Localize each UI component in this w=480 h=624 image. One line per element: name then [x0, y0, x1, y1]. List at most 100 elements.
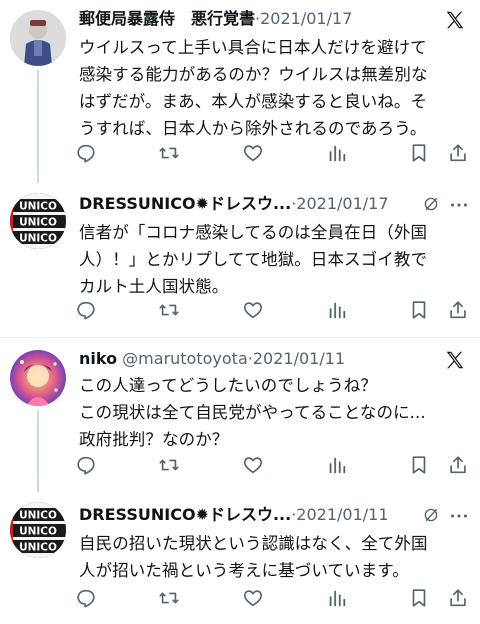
tweet-text-line: 人）！」とかリプしてて地獄。日本スゴイ教で — [79, 250, 428, 269]
avatar[interactable]: UNICO UNICO UNICO — [10, 502, 66, 558]
avatar[interactable] — [10, 350, 66, 406]
tweet-text-line: 人が招いた禍という考えに基づいています。 — [79, 561, 409, 580]
reply-button[interactable] — [75, 299, 97, 321]
bookmark-icon — [412, 589, 426, 607]
bookmark-icon — [412, 144, 426, 162]
unico-logo-image: UNICO UNICO UNICO — [10, 502, 66, 558]
avatar-anime-image — [20, 360, 58, 406]
x-logo-icon — [446, 11, 464, 29]
svg-text:UNICO: UNICO — [19, 233, 57, 245]
grok-icon[interactable] — [422, 506, 440, 524]
more-icon[interactable] — [448, 507, 470, 525]
share-button[interactable] — [447, 587, 469, 609]
reply-button[interactable] — [75, 142, 97, 164]
views-button[interactable] — [326, 142, 348, 164]
tweet-2[interactable]: UNICO UNICO UNICO DRESSUNICO✹ドレスウ...·202… — [0, 183, 480, 337]
retweet-button[interactable] — [158, 142, 180, 164]
reply-button[interactable] — [75, 587, 97, 609]
like-button[interactable] — [242, 142, 264, 164]
retweet-icon — [159, 304, 179, 316]
tweet-text-line: 信者が「コロナ感染してるのは全員在日（外国 — [79, 223, 428, 242]
tweet-text: ウイルスって上手い具合に日本人だけを避けて 感染する能力があるのか？ウイルスは無… — [79, 34, 471, 142]
reply-button[interactable] — [75, 454, 97, 476]
heart-icon — [243, 457, 263, 474]
views-icon — [329, 590, 346, 607]
action-bar — [75, 142, 470, 166]
share-button[interactable] — [447, 299, 469, 321]
thread-line — [37, 70, 39, 183]
avatar-figure-image — [10, 10, 66, 66]
reply-icon — [77, 144, 95, 163]
action-bar — [75, 587, 470, 611]
more-icon[interactable] — [448, 196, 470, 214]
share-icon — [450, 589, 466, 607]
bookmark-icon — [412, 301, 426, 319]
tweet-1[interactable]: 郵便局暴露侍 悪行覚書·2021/01/17 ウイルスって上手い具合に日本人だけ… — [0, 0, 480, 183]
retweet-button[interactable] — [158, 587, 180, 609]
tweet-text-line: 自民の招いた現状という認識はなく、全て外国 — [79, 534, 428, 553]
retweet-icon — [159, 147, 179, 159]
display-name[interactable]: 郵便局暴露侍 悪行覚書 — [79, 9, 255, 28]
retweet-button[interactable] — [158, 454, 180, 476]
grok-icon[interactable] — [422, 195, 440, 213]
like-button[interactable] — [242, 587, 264, 609]
avatar[interactable] — [10, 10, 66, 66]
tweet-text-line: ウイルスって上手い具合に日本人だけを避けて — [79, 38, 427, 57]
user-handle[interactable]: @marutotoyota — [122, 349, 248, 368]
retweet-button[interactable] — [158, 299, 180, 321]
bookmark-button[interactable] — [408, 299, 430, 321]
tweet-date[interactable]: 2021/01/11 — [296, 505, 388, 524]
like-button[interactable] — [242, 299, 264, 321]
action-bar — [75, 299, 470, 323]
tweet-header: DRESSUNICO✹ドレスウ...·2021/01/11 — [79, 504, 470, 526]
display-name[interactable]: DRESSUNICO✹ドレスウ... — [79, 505, 291, 524]
tweet-date[interactable]: 2021/01/17 — [260, 9, 352, 28]
tweet-header: niko @marutotoyota·2021/01/11 — [79, 348, 470, 370]
avatar[interactable]: UNICO UNICO UNICO — [10, 193, 66, 249]
bookmark-button[interactable] — [408, 587, 430, 609]
share-button[interactable] — [447, 454, 469, 476]
tweet-3[interactable]: niko @marutotoyota·2021/01/11 この人達ってどうした… — [0, 338, 480, 492]
svg-text:UNICO: UNICO — [19, 510, 57, 522]
tweet-text-line: この人達ってどうしたいのでしょうね？ — [79, 376, 377, 395]
unico-logo-image: UNICO UNICO UNICO — [10, 193, 66, 249]
tweet-text: 自民の招いた現状という認識はなく、全て外国 人が招いた禍という考えに基づいていま… — [79, 530, 471, 584]
tweet-text-line: カルト土人国状態。 — [79, 277, 229, 296]
svg-text:UNICO: UNICO — [19, 201, 57, 213]
share-button[interactable] — [447, 142, 469, 164]
views-button[interactable] — [326, 299, 348, 321]
share-icon — [450, 456, 466, 474]
tweet-header: DRESSUNICO✹ドレスウ...·2021/01/17 — [79, 193, 470, 215]
tweet-4[interactable]: UNICO UNICO UNICO DRESSUNICO✹ドレスウ...·202… — [0, 492, 480, 624]
action-bar — [75, 454, 470, 478]
tweet-text-line: この現状は全て自民党がやってることなのに... — [79, 403, 426, 422]
tweet-text-line: 政府批判？なのか？ — [79, 430, 229, 449]
views-icon — [329, 302, 346, 319]
tweet-text-line: 感染する能力があるのか？ウイルスは無差別な — [79, 65, 428, 84]
like-button[interactable] — [242, 454, 264, 476]
x-logo-icon — [446, 351, 464, 369]
heart-icon — [243, 145, 263, 162]
thread-line — [37, 410, 39, 492]
reply-icon — [77, 589, 95, 608]
bookmark-button[interactable] — [408, 142, 430, 164]
tweet-header: 郵便局暴露侍 悪行覚書·2021/01/17 — [79, 8, 470, 30]
bookmark-button[interactable] — [408, 454, 430, 476]
tweet-date[interactable]: 2021/01/17 — [296, 194, 388, 213]
share-icon — [450, 301, 466, 319]
svg-text:UNICO: UNICO — [19, 526, 57, 538]
display-name[interactable]: DRESSUNICO✹ドレスウ... — [79, 194, 291, 213]
tweet-text: この人達ってどうしたいのでしょうね？ この現状は全て自民党がやってることなのに.… — [79, 372, 471, 453]
share-icon — [450, 144, 466, 162]
reply-icon — [77, 456, 95, 475]
svg-text:UNICO: UNICO — [19, 542, 57, 554]
heart-icon — [243, 302, 263, 319]
tweet-date[interactable]: 2021/01/11 — [253, 349, 345, 368]
svg-text:UNICO: UNICO — [19, 217, 57, 229]
retweet-icon — [159, 592, 179, 604]
views-icon — [329, 145, 346, 162]
views-button[interactable] — [326, 454, 348, 476]
display-name[interactable]: niko — [79, 349, 117, 368]
views-button[interactable] — [326, 587, 348, 609]
tweet-text: 信者が「コロナ感染してるのは全員在日（外国 人）！」とかリプしてて地獄。日本スゴ… — [79, 219, 471, 300]
